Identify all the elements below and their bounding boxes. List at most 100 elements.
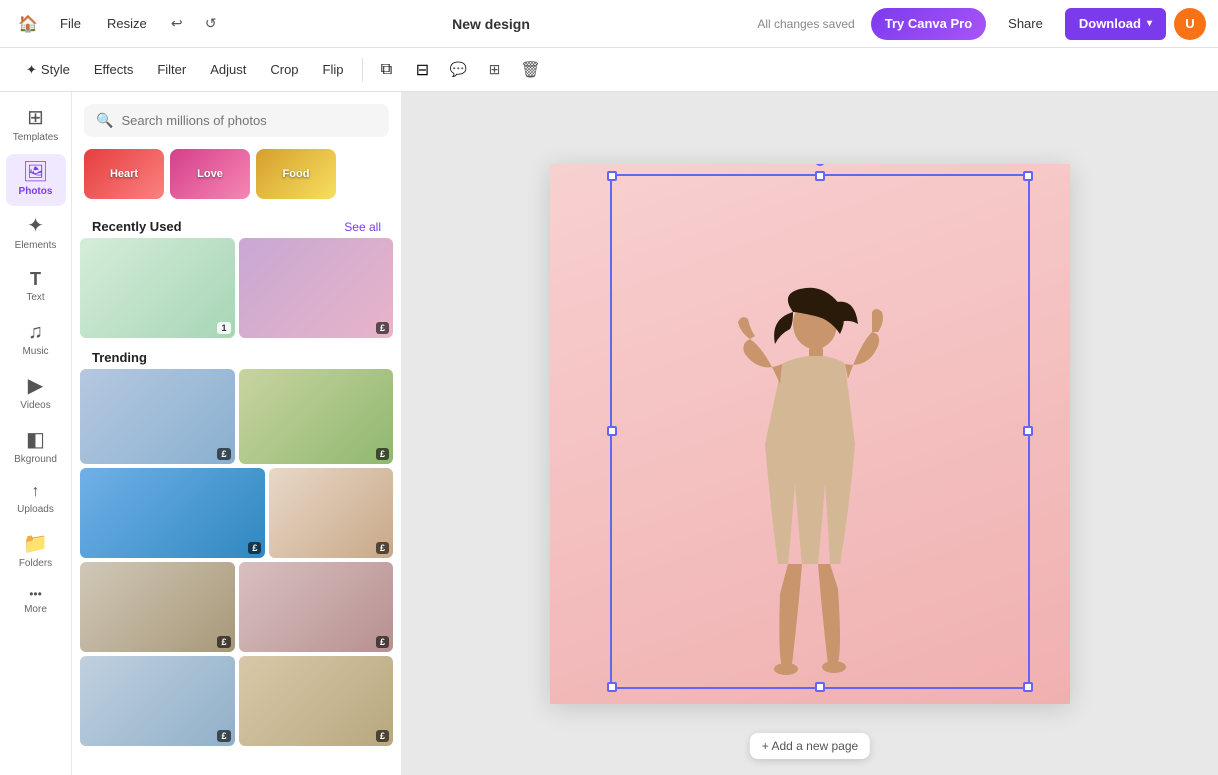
elements-icon: ✦ [27,216,44,236]
sidebar-item-elements[interactable]: ✦ Elements [6,208,66,260]
second-toolbar: ✦ Style Effects Filter Adjust Crop Flip … [0,48,1218,92]
recently-used-photo-2[interactable]: £ [239,238,394,338]
sidebar-item-text[interactable]: T Text [6,262,66,312]
top-bar-right: Try Canva Pro Share Download ▾ U [871,8,1206,40]
trending-row-3: £ £ [80,562,393,652]
pro-badge-tr7: £ [217,730,230,742]
separator-1 [362,58,363,82]
category-food[interactable]: Food [256,149,336,199]
trending-photo-4[interactable]: £ [269,468,393,558]
canvas-area: + Add a new page [402,92,1218,775]
recently-used-header: Recently Used See all [80,211,393,238]
search-bar[interactable]: 🔍 [84,104,389,137]
sidebar-label-videos: Videos [20,400,50,412]
search-icon: 🔍 [96,112,113,129]
trending-photo-6[interactable]: £ [239,562,394,652]
more-icon: ••• [29,588,42,600]
share-button[interactable]: Share [994,8,1057,40]
pro-badge-1: £ [376,322,389,334]
trending-photo-8[interactable]: £ [239,656,394,746]
love-label: Love [197,168,223,180]
trending-title: Trending [92,350,147,365]
adjust-button[interactable]: Adjust [200,54,256,86]
effects-button[interactable]: Effects [84,54,144,86]
folders-icon: 📁 [23,534,48,554]
design-name-input[interactable] [393,16,589,32]
food-label: Food [283,168,310,180]
search-input[interactable] [121,113,377,128]
sidebar-label-uploads: Uploads [17,504,54,516]
pro-badge-tr5: £ [217,636,230,648]
woman-figure [710,284,910,704]
flip-button[interactable]: Flip [313,54,354,86]
grid-button[interactable]: ⊞ [479,54,511,86]
duplicate-button[interactable]: ⧉ [371,54,403,86]
see-all-button[interactable]: See all [344,220,381,234]
trending-photo-7[interactable]: £ [80,656,235,746]
trending-row-1: £ £ [80,369,393,464]
sidebar-item-folders[interactable]: 📁 Folders [6,526,66,578]
sidebar-item-uploads[interactable]: ↑ Uploads [6,476,66,524]
download-arrow-icon: ▾ [1147,18,1152,29]
recently-used-title: Recently Used [92,219,182,234]
trending-photo-1[interactable]: £ [80,369,235,464]
recently-used-photo-1[interactable]: 1 [80,238,235,338]
add-page-label: + Add a new page [762,739,858,753]
pro-badge-tr1: £ [217,448,230,460]
sidebar-item-templates[interactable]: ⊞ Templates [6,100,66,152]
left-sidebar: ⊞ Templates 🖼 Photos ✦ Elements T Text ♫… [0,92,72,775]
sidebar-label-background: Bkground [14,454,57,466]
trending-photo-5[interactable]: £ [80,562,235,652]
add-page-button[interactable]: + Add a new page [762,739,858,753]
photos-icon: 🖼 [23,162,48,182]
sidebar-label-photos: Photos [19,186,53,198]
download-button[interactable]: Download ▾ [1065,8,1166,40]
trending-row-2: £ £ [80,468,393,558]
undo-button[interactable]: ↩ [163,10,191,38]
free-badge-1: 1 [217,322,230,334]
redo-button[interactable]: ↺ [197,10,225,38]
canvas-wrapper[interactable] [550,164,1070,704]
resize-button[interactable]: Resize [97,10,157,38]
music-icon: ♫ [28,322,43,342]
sidebar-item-more[interactable]: ••• More [6,580,66,624]
canvas-content [550,164,1070,704]
sidebar-item-background[interactable]: ◧ Bkground [6,422,66,474]
photo-scroll: Recently Used See all 1 £ Trending £ [72,211,401,775]
photo-panel-header: 🔍 Heart Love Food [72,92,401,211]
sidebar-item-photos[interactable]: 🖼 Photos [6,154,66,206]
sidebar-label-text: Text [26,292,44,304]
avatar-button[interactable]: U [1174,8,1206,40]
templates-icon: ⊞ [27,108,44,128]
pro-badge-tr4: £ [376,542,389,554]
top-bar-left: 🏠 File Resize ↩ ↺ [12,8,225,40]
try-pro-button[interactable]: Try Canva Pro [871,8,986,40]
trending-photo-2[interactable]: £ [239,369,394,464]
crop-button[interactable]: Crop [260,54,308,86]
bottom-toolbar: + Add a new page [750,733,870,759]
sidebar-item-videos[interactable]: ▶ Videos [6,368,66,420]
category-heart[interactable]: Heart [84,149,164,199]
style-button[interactable]: ✦ Style [16,54,80,86]
category-pills: Heart Love Food [84,145,389,203]
sidebar-label-elements: Elements [15,240,57,252]
sidebar-item-music[interactable]: ♫ Music [6,314,66,366]
trending-photo-3[interactable]: £ [80,468,265,558]
home-button[interactable]: 🏠 [12,8,44,40]
heart-pill-bg: Heart [84,149,164,199]
delete-button[interactable]: 🗑 [515,54,547,86]
pro-badge-tr6: £ [376,636,389,648]
pro-badge-tr8: £ [376,730,389,742]
sidebar-label-more: More [24,604,47,616]
position-button[interactable]: ⊟ [407,54,439,86]
file-button[interactable]: File [50,10,91,38]
recently-used-grid: 1 £ [80,238,393,338]
filter-button[interactable]: Filter [147,54,196,86]
category-love[interactable]: Love [170,149,250,199]
trending-header: Trending [80,342,393,369]
saved-status: All changes saved [757,17,854,31]
trending-grid: £ £ £ £ £ [80,369,393,746]
uploads-icon: ↑ [32,484,40,500]
comment-button[interactable]: 💬 [443,54,475,86]
food-pill-bg: Food [256,149,336,199]
